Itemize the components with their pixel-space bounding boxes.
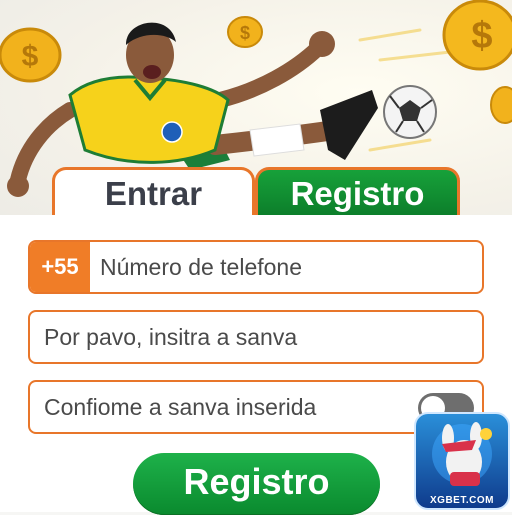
soccer-ball-icon (383, 85, 437, 139)
password-placeholder: Por pavo, insitra a sanva (44, 323, 298, 350)
badge-illustration (432, 422, 492, 486)
tab-register-label: Registro (290, 174, 425, 212)
svg-text:$: $ (471, 15, 492, 57)
coin-icon (490, 86, 512, 124)
register-button[interactable]: Registro (133, 453, 380, 515)
svg-text:$: $ (22, 40, 39, 73)
register-button-label: Registro (183, 461, 330, 502)
coin-icon: $ (442, 0, 512, 71)
country-code-prefix[interactable]: +55 (30, 242, 90, 292)
coin-icon: $ (227, 16, 263, 48)
tab-register[interactable]: Registro (255, 167, 460, 217)
coin-icon: $ (0, 27, 62, 83)
badge-brand-text: XGBET.COM (430, 495, 494, 506)
tab-login[interactable]: Entrar (52, 167, 255, 217)
svg-text:$: $ (240, 23, 250, 43)
tab-login-label: Entrar (104, 174, 203, 212)
password-field[interactable]: Por pavo, insitra a sanva (28, 310, 484, 364)
phone-field[interactable]: +55 Número de telefone (28, 240, 484, 294)
app-badge-icon[interactable]: XGBET.COM (414, 412, 510, 510)
confirm-password-placeholder: Confiome a sanva inserida (44, 393, 317, 420)
phone-placeholder: Número de telefone (100, 253, 303, 280)
